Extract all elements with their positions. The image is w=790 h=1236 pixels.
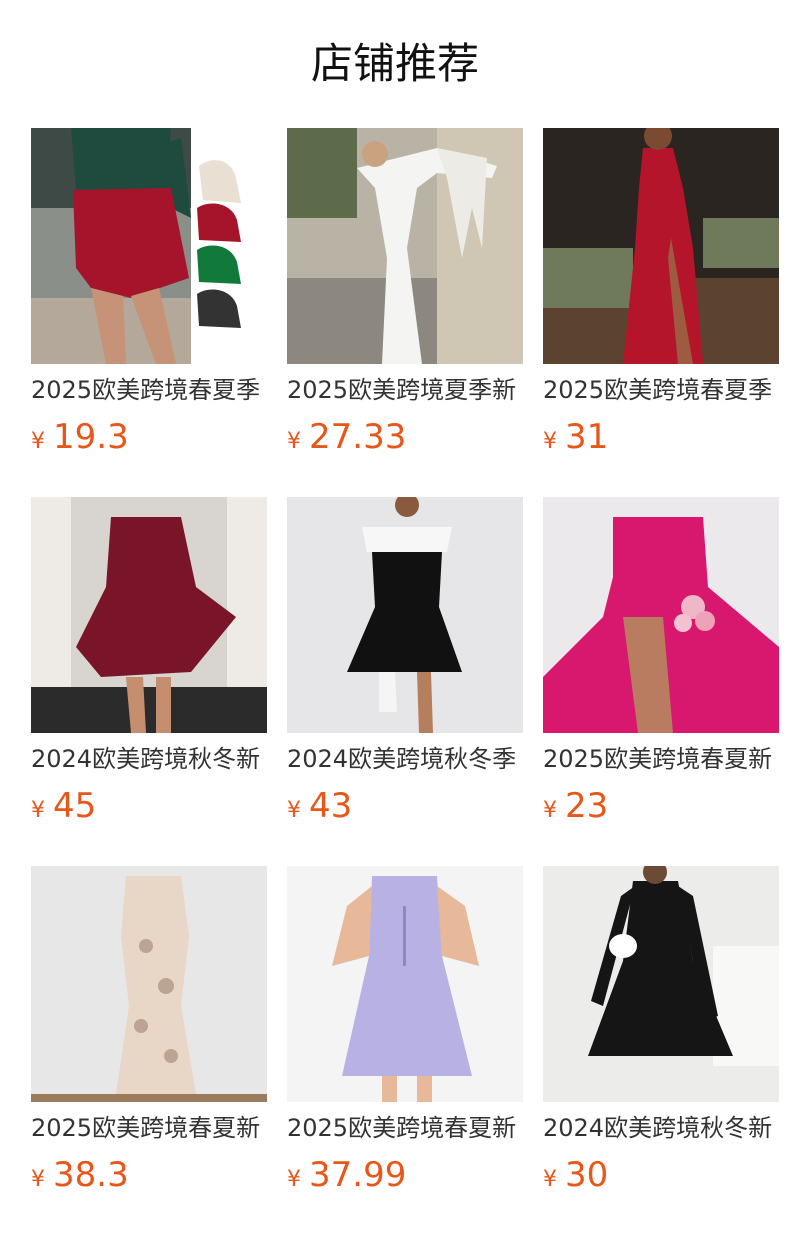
product-card[interactable]: 2024欧美跨境秋冬新 ¥30 [543, 866, 779, 1206]
product-image-burgundy-dress[interactable] [31, 497, 267, 733]
product-price: ¥23 [543, 782, 608, 830]
price-value: 30 [565, 1155, 609, 1195]
product-image-black-white-dress[interactable] [287, 497, 523, 733]
product-image-pink-dress[interactable] [543, 497, 779, 733]
product-price: ¥43 [287, 782, 352, 830]
product-card[interactable]: 2025欧美跨境夏季新 ¥27.33 [287, 128, 523, 468]
product-name[interactable]: 2024欧美跨境秋冬季 [287, 741, 523, 777]
price-value: 27.33 [309, 417, 407, 457]
price-value: 23 [565, 786, 609, 826]
price-value: 38.3 [53, 1155, 129, 1195]
currency-symbol: ¥ [31, 798, 45, 823]
product-price: ¥30 [543, 1151, 608, 1199]
product-price: ¥37.99 [287, 1151, 406, 1199]
product-card[interactable]: 2024欧美跨境秋冬新 ¥45 [31, 497, 267, 837]
product-name[interactable]: 2024欧美跨境秋冬新 [543, 1110, 779, 1146]
product-card[interactable]: 2025欧美跨境春夏季 ¥31 [543, 128, 779, 468]
product-image-red-maxi-dress[interactable] [543, 128, 779, 364]
product-price: ¥31 [543, 413, 608, 461]
price-value: 45 [53, 786, 97, 826]
product-image-white-dress[interactable] [287, 128, 523, 364]
product-card[interactable]: 2025欧美跨境春夏新 ¥37.99 [287, 866, 523, 1206]
product-name[interactable]: 2025欧美跨境春夏新 [543, 741, 779, 777]
product-price: ¥45 [31, 782, 96, 830]
section-title: 店铺推荐 [310, 39, 479, 88]
price-value: 43 [309, 786, 353, 826]
currency-symbol: ¥ [287, 1167, 301, 1192]
currency-symbol: ¥ [31, 1167, 45, 1192]
product-card[interactable]: 2025欧美跨境春夏新 ¥38.3 [31, 866, 267, 1206]
product-name[interactable]: 2025欧美跨境春夏新 [31, 1110, 267, 1146]
product-name[interactable]: 2025欧美跨境春夏季 [543, 372, 779, 408]
currency-symbol: ¥ [287, 429, 301, 454]
price-value: 37.99 [309, 1155, 407, 1195]
currency-symbol: ¥ [543, 429, 557, 454]
product-name[interactable]: 2025欧美跨境春夏新 [287, 1110, 523, 1146]
product-image-skirt[interactable] [31, 128, 267, 364]
currency-symbol: ¥ [543, 1167, 557, 1192]
product-price: ¥38.3 [31, 1151, 129, 1199]
product-card[interactable]: 2025欧美跨境春夏季 ¥19.3 [31, 128, 267, 468]
product-card[interactable]: 2025欧美跨境春夏新 ¥23 [543, 497, 779, 837]
product-card[interactable]: 2024欧美跨境秋冬季 ¥43 [287, 497, 523, 837]
product-price: ¥19.3 [31, 413, 129, 461]
product-price: ¥27.33 [287, 413, 406, 461]
product-name[interactable]: 2025欧美跨境春夏季 [31, 372, 267, 408]
currency-symbol: ¥ [543, 798, 557, 823]
product-name[interactable]: 2024欧美跨境秋冬新 [31, 741, 267, 777]
product-image-lavender-dress[interactable] [287, 866, 523, 1102]
product-image-black-ribbed-dress[interactable] [543, 866, 779, 1102]
product-image-floral-dress[interactable] [31, 866, 267, 1102]
currency-symbol: ¥ [287, 798, 301, 823]
price-value: 31 [565, 417, 609, 457]
product-name[interactable]: 2025欧美跨境夏季新 [287, 372, 523, 408]
price-value: 19.3 [53, 417, 129, 457]
currency-symbol: ¥ [31, 429, 45, 454]
